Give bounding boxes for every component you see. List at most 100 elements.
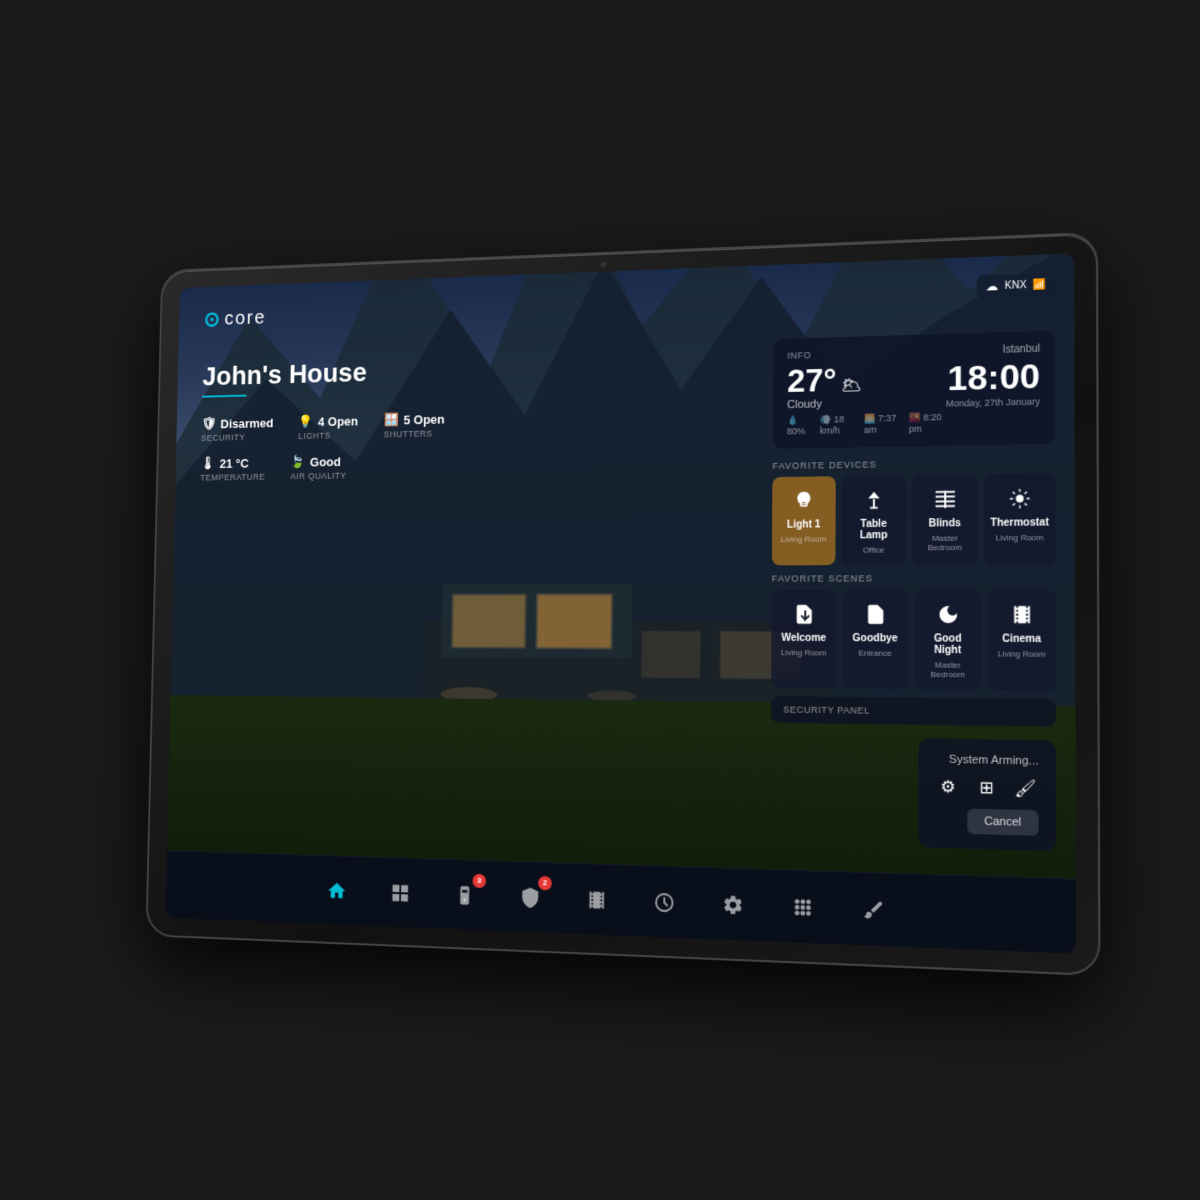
sunset-detail: 🌇 8:20 pm <box>909 412 946 434</box>
tablet-screen: ⊙ core ☁ KNX 📶 INFO 27° 🌥 Cloudy 💧 80% 💨… <box>165 253 1076 953</box>
weather-temperature: 27° <box>787 363 837 397</box>
weather-right: Istanbul 18:00 Monday, 27th January <box>946 343 1040 408</box>
weather-cloud-icon: 🌥 <box>841 375 862 396</box>
shutter-icon: 🪟 <box>384 412 399 428</box>
status-row-1: 🛡 Disarmed SECURITY 💡 4 Open LIGHTS 🪟 <box>201 411 445 443</box>
house-title: John's House <box>202 355 446 392</box>
door-exit-icon <box>861 600 890 629</box>
status-row-2: 🌡 21 °C TEMPERATURE 🍃 Good AIR QUALITY <box>200 452 444 483</box>
device-name-light1: Light 1 <box>787 519 821 530</box>
device-card-tablelamp[interactable]: Table Lamp Office <box>841 475 906 565</box>
shutters-label: SHUTTERS <box>384 428 445 439</box>
title-underline <box>202 395 246 398</box>
scene-card-goodnight[interactable]: Good Night Master Bedroom <box>914 590 981 690</box>
leaf-icon: 🍃 <box>291 454 306 470</box>
wifi-icon: 📶 <box>1033 279 1046 291</box>
status-shutters[interactable]: 🪟 5 Open SHUTTERS <box>384 411 445 439</box>
nav-apps[interactable] <box>784 888 821 927</box>
nav-security[interactable]: 2 <box>513 879 548 917</box>
nav-home[interactable] <box>320 872 354 909</box>
security-value: Disarmed <box>220 415 273 430</box>
control-badge: 3 <box>472 873 486 887</box>
favorite-devices-section: FAVORITE DEVICES Light 1 Living Room Tab… <box>771 456 1056 726</box>
cloud-icon: ☁ <box>986 279 999 294</box>
nav-settings[interactable] <box>715 885 752 923</box>
weather-description: Cloudy <box>787 395 946 411</box>
device-name-tablelamp: Table Lamp <box>848 519 900 542</box>
time-display: 18:00 <box>946 359 1040 396</box>
nav-edit[interactable] <box>855 890 893 929</box>
nav-control[interactable]: 3 <box>447 876 482 913</box>
device-card-thermostat[interactable]: Thermostat Living Room <box>984 473 1056 564</box>
scene-room-goodbye: Entrance <box>858 648 891 658</box>
scene-name-cinema: Cinema <box>1002 634 1041 646</box>
date-display: Monday, 27th January <box>946 396 1040 408</box>
status-air-quality[interactable]: 🍃 Good AIR QUALITY <box>290 453 347 481</box>
security-value-row: 🛡 Disarmed <box>201 415 273 432</box>
cinema-icon <box>1006 600 1036 629</box>
thermometer-icon: 🌡 <box>200 456 215 471</box>
device-room-light1: Living Room <box>781 535 827 544</box>
knx-label: KNX <box>1005 279 1027 291</box>
weather-info-label: INFO <box>787 346 946 361</box>
cancel-button[interactable]: Cancel <box>967 809 1039 836</box>
security-panel-bar[interactable]: SECURITY PANEL <box>771 696 1056 727</box>
status-temperature[interactable]: 🌡 21 °C TEMPERATURE <box>200 455 266 483</box>
brush-icon[interactable]: 🖌 <box>1013 776 1039 802</box>
knx-badge[interactable]: ☁ KNX 📶 <box>977 273 1055 298</box>
door-enter-icon <box>789 600 818 629</box>
gear-icon[interactable]: ⚙ <box>935 774 961 800</box>
nav-rooms[interactable] <box>383 874 417 911</box>
device-card-light1[interactable]: Light 1 Living Room <box>772 476 836 565</box>
nav-automation[interactable] <box>646 883 682 921</box>
status-lights[interactable]: 💡 4 Open LIGHTS <box>298 413 358 441</box>
air-value: Good <box>310 454 341 469</box>
device-room-tablelamp: Office <box>863 545 885 554</box>
lightbulb-icon: 💡 <box>299 414 314 430</box>
bulb-icon <box>789 487 818 516</box>
sunrise-detail: 🌅 7:37 am <box>864 413 901 435</box>
weather-card: INFO 27° 🌥 Cloudy 💧 80% 💨 18 km/h 🌅 7:37… <box>773 331 1056 449</box>
lights-value: 4 Open <box>318 413 359 428</box>
temp-value-row: 🌡 21 °C <box>200 455 265 471</box>
device-card-blinds[interactable]: Blinds Master Bedroom <box>912 474 977 565</box>
device-name-blinds: Blinds <box>929 518 961 530</box>
security-label: SECURITY <box>201 432 273 443</box>
city-name: Istanbul <box>946 343 1040 357</box>
status-security[interactable]: 🛡 Disarmed SECURITY <box>201 415 274 443</box>
scene-room-goodnight: Master Bedroom <box>921 660 975 679</box>
blinds-icon <box>930 485 960 514</box>
device-name-thermostat: Thermostat <box>990 517 1049 529</box>
tablet-shell: ⊙ core ☁ KNX 📶 INFO 27° 🌥 Cloudy 💧 80% 💨… <box>147 234 1098 974</box>
grid-icon[interactable]: ⊞ <box>974 775 1000 801</box>
scene-name-welcome: Welcome <box>781 633 826 644</box>
moon-icon <box>933 600 963 629</box>
shutters-value-row: 🪟 5 Open <box>384 411 445 428</box>
scene-card-goodbye[interactable]: Goodbye Entrance <box>842 590 908 690</box>
humidity-detail: 💧 80% <box>787 415 812 437</box>
scenes-grid: Welcome Living Room Goodbye Entrance <box>771 589 1056 690</box>
security-panel-label: SECURITY PANEL <box>783 704 870 715</box>
lights-value-row: 💡 4 Open <box>299 413 359 430</box>
lights-label: LIGHTS <box>298 430 358 441</box>
shutters-value: 5 Open <box>403 411 444 426</box>
device-room-thermostat: Living Room <box>996 533 1044 543</box>
scene-name-goodbye: Goodbye <box>853 633 898 645</box>
weather-left: INFO 27° 🌥 Cloudy 💧 80% 💨 18 km/h 🌅 7:37… <box>787 346 946 436</box>
logo-text: core <box>224 307 266 330</box>
arming-text: System Arming... <box>949 754 1038 768</box>
security-badge: 2 <box>538 875 552 890</box>
temp-value: 21 °C <box>219 456 248 471</box>
temp-label: TEMPERATURE <box>200 472 265 482</box>
thermostat-icon <box>1004 484 1034 514</box>
scene-card-welcome[interactable]: Welcome Living Room <box>771 590 836 689</box>
arming-popup: System Arming... ⚙ ⊞ 🖌 Cancel <box>918 738 1056 851</box>
wind-detail: 💨 18 km/h <box>820 414 856 436</box>
devices-grid: Light 1 Living Room Table Lamp Office <box>772 473 1056 565</box>
nav-cinema[interactable] <box>579 881 615 919</box>
scene-name-goodnight: Good Night <box>921 633 975 656</box>
logo-symbol: ⊙ <box>204 307 222 332</box>
air-label: AIR QUALITY <box>290 471 346 481</box>
shield-icon: 🛡 <box>201 416 216 431</box>
scene-card-cinema[interactable]: Cinema Living Room <box>988 589 1056 690</box>
